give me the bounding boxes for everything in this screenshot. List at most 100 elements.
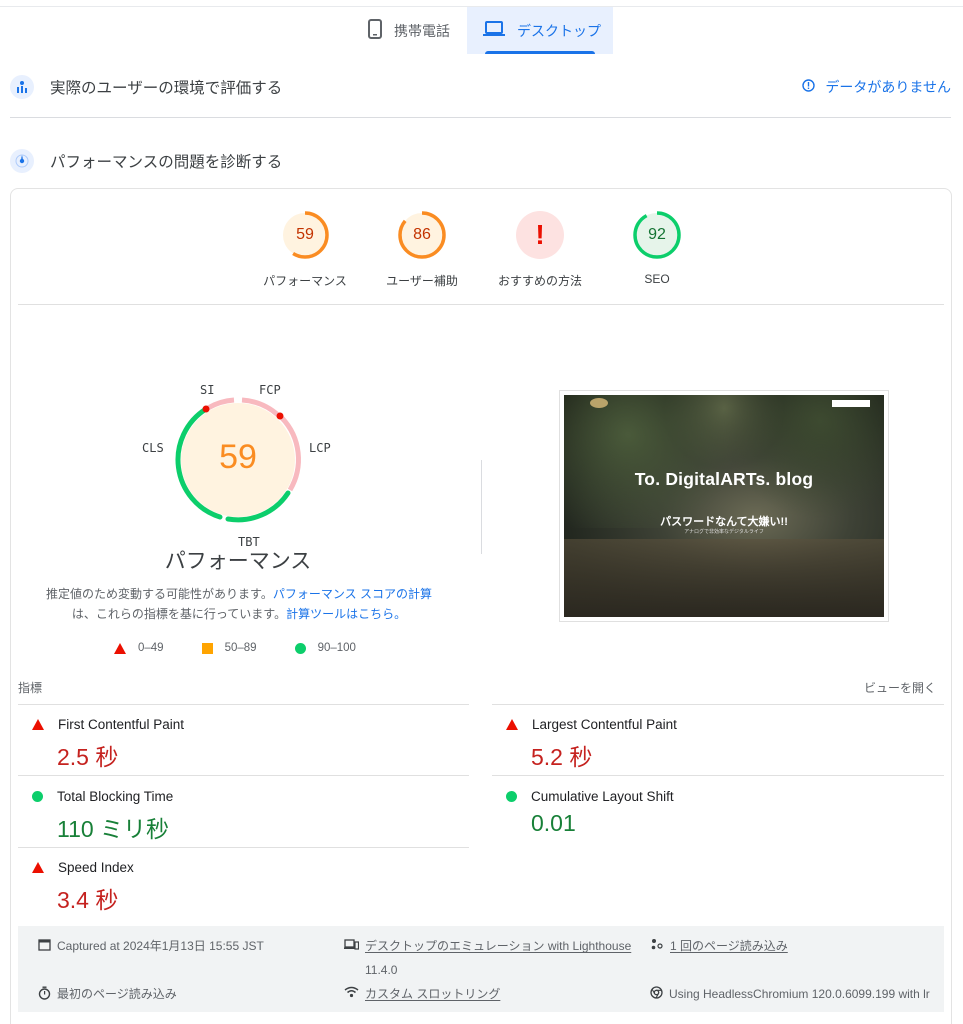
initial-load-text: 最初のページ読み込み xyxy=(57,987,177,1001)
metric-name: Cumulative Layout Shift xyxy=(531,789,674,804)
metrics-divider xyxy=(18,775,469,776)
fcp-marker xyxy=(276,412,284,420)
score-label: おすすめの方法 xyxy=(497,274,582,288)
run-info: Captured at 2024年1月13日 15:55 JST デスクトップの… xyxy=(18,926,944,1012)
tab-mobile[interactable]: 携帯電話 xyxy=(366,7,468,54)
phone-icon xyxy=(368,19,382,42)
gauge-label-cls: CLS xyxy=(142,441,164,455)
initial-load-info: 最初のページ読み込み xyxy=(38,986,177,1003)
legend-average: 50–89 xyxy=(224,642,257,654)
blog-caption: アナログで非効率なデジタルライフ xyxy=(684,529,764,535)
metric-name: Largest Contentful Paint xyxy=(532,717,677,732)
score-gauge-seo[interactable]: 92 SEO xyxy=(592,210,722,286)
note-text-1: 推定値のため変動する可能性があります。 xyxy=(46,587,273,601)
score-calc-link[interactable]: パフォーマンス スコアの計算 xyxy=(273,587,432,601)
metric-value: 5.2 秒 xyxy=(531,744,593,770)
metric-name: First Contentful Paint xyxy=(58,717,185,732)
gauges-divider xyxy=(18,304,944,305)
final-screenshot[interactable]: To. DigitalARTs. blog パスワードなんて大嫌い!! アナログ… xyxy=(559,390,889,622)
screenshot-image: To. DigitalARTs. blog パスワードなんて大嫌い!! アナログ… xyxy=(564,395,884,617)
session-link[interactable]: 1 回のページ読み込み xyxy=(670,939,788,953)
site-search-box xyxy=(832,400,870,407)
error-icon: ! xyxy=(535,219,545,250)
emulation-link[interactable]: デスクトップのエミュレーション with Lighthouse xyxy=(365,939,631,953)
metric-value: 3.4 秒 xyxy=(57,887,119,913)
gauge-label-si: SI xyxy=(200,383,215,397)
score-note: 推定値のため変動する可能性があります。パフォーマンス スコアの計算 は、これらの… xyxy=(40,584,438,624)
wifi-icon xyxy=(344,986,359,1001)
gauge-label-fcp: FCP xyxy=(259,383,281,397)
fail-triangle-icon xyxy=(32,862,44,873)
lighthouse-icon xyxy=(10,149,34,173)
score-label: パフォーマンス xyxy=(263,274,347,288)
captured-info: Captured at 2024年1月13日 15:55 JST xyxy=(38,938,264,954)
fail-triangle-icon xyxy=(114,642,126,654)
metric-value: 0.01 xyxy=(531,810,576,836)
site-logo xyxy=(590,398,608,408)
field-data-title: 実際のユーザーの環境で評価する xyxy=(50,80,283,97)
blog-title: To. DigitalARTs. blog xyxy=(634,469,814,489)
throttling-link[interactable]: カスタム スロットリング xyxy=(365,987,500,1001)
info-icon xyxy=(802,79,816,95)
score-legend: 0–49 50–89 90–100 xyxy=(114,642,394,654)
throttling-info[interactable]: カスタム スロットリング xyxy=(344,986,500,1002)
metric-value: 2.5 秒 xyxy=(57,744,119,770)
score-value: 59 xyxy=(296,226,314,243)
pass-circle-icon xyxy=(506,791,517,802)
gauge-label-lcp: LCP xyxy=(309,441,331,455)
metrics-header: 指標 ビューを開く xyxy=(18,679,936,696)
score-gauge-performance[interactable]: 59 パフォーマンス xyxy=(240,210,370,289)
metrics-divider xyxy=(18,847,469,848)
metrics-title: 指標 xyxy=(18,681,43,695)
screenshot-nav xyxy=(564,395,884,411)
users-chart-icon xyxy=(10,75,34,99)
pass-circle-icon xyxy=(294,642,306,654)
calculator-link[interactable]: 計算ツールはこちら。 xyxy=(286,607,406,621)
metrics-divider xyxy=(18,704,469,705)
fail-triangle-icon xyxy=(32,719,44,730)
captured-text: Captured at 2024年1月13日 15:55 JST xyxy=(57,939,264,953)
session-info[interactable]: 1 回のページ読み込み xyxy=(650,938,788,954)
score-gauge-best-practices[interactable]: ! おすすめの方法 xyxy=(475,210,605,289)
browser-info: Using HeadlessChromium 120.0.6099.199 wi… xyxy=(650,986,930,1002)
device-tabs: 携帯電話 デスクトップ xyxy=(0,7,963,54)
performance-score: 59 xyxy=(219,438,257,476)
metric-tbt: Total Blocking Time 110 ミリ秒 xyxy=(18,789,468,844)
legend-fail: 0–49 xyxy=(138,642,164,654)
chrome-icon xyxy=(650,986,663,1002)
calendar-icon xyxy=(38,938,51,954)
no-data-link[interactable]: データがありません xyxy=(802,77,951,97)
note-text-2: は、これらの指標を基に行っています。 xyxy=(71,607,287,621)
devices-icon xyxy=(344,938,360,954)
lab-data-title: パフォーマンスの問題を診断する xyxy=(50,154,283,171)
emulation-info[interactable]: デスクトップのエミュレーション with Lighthouse 11.4.0 xyxy=(344,938,631,978)
score-gauge-accessibility[interactable]: 86 ユーザー補助 xyxy=(357,210,487,289)
timer-icon xyxy=(38,986,51,1003)
no-data-label: データがありません xyxy=(825,79,951,95)
gauge-thumbnail-divider xyxy=(481,460,482,554)
metric-value: 110 ミリ秒 xyxy=(57,816,170,842)
laptop-icon xyxy=(483,21,505,40)
score-value: 86 xyxy=(413,226,431,243)
blog-subtitle: パスワードなんて大嫌い!! xyxy=(660,516,788,528)
field-data-header: 実際のユーザーの環境で評価する データがありません xyxy=(10,72,951,102)
tab-desktop-label: デスクトップ xyxy=(517,22,601,39)
metric-lcp: Largest Contentful Paint 5.2 秒 xyxy=(492,717,942,772)
tab-desktop[interactable]: デスクトップ xyxy=(467,7,613,54)
section-divider xyxy=(10,117,951,118)
browser-text: Using HeadlessChromium 120.0.6099.199 wi… xyxy=(669,987,930,1001)
metrics-divider xyxy=(492,704,944,705)
lab-data-header: パフォーマンスの問題を診断する xyxy=(10,146,951,176)
score-label: SEO xyxy=(644,272,670,286)
metric-name: Total Blocking Time xyxy=(57,789,174,804)
si-marker xyxy=(202,405,210,413)
group-icon xyxy=(650,938,664,954)
performance-title: パフォーマンス xyxy=(164,550,312,573)
metrics-divider xyxy=(492,775,944,776)
expand-view-toggle[interactable]: ビューを開く xyxy=(864,679,936,696)
active-tab-indicator xyxy=(485,51,595,54)
emulation-version: 11.4.0 xyxy=(365,963,398,977)
legend-pass: 90–100 xyxy=(317,642,356,654)
metric-si: Speed Index 3.4 秒 xyxy=(18,860,468,915)
pass-circle-icon xyxy=(32,791,43,802)
